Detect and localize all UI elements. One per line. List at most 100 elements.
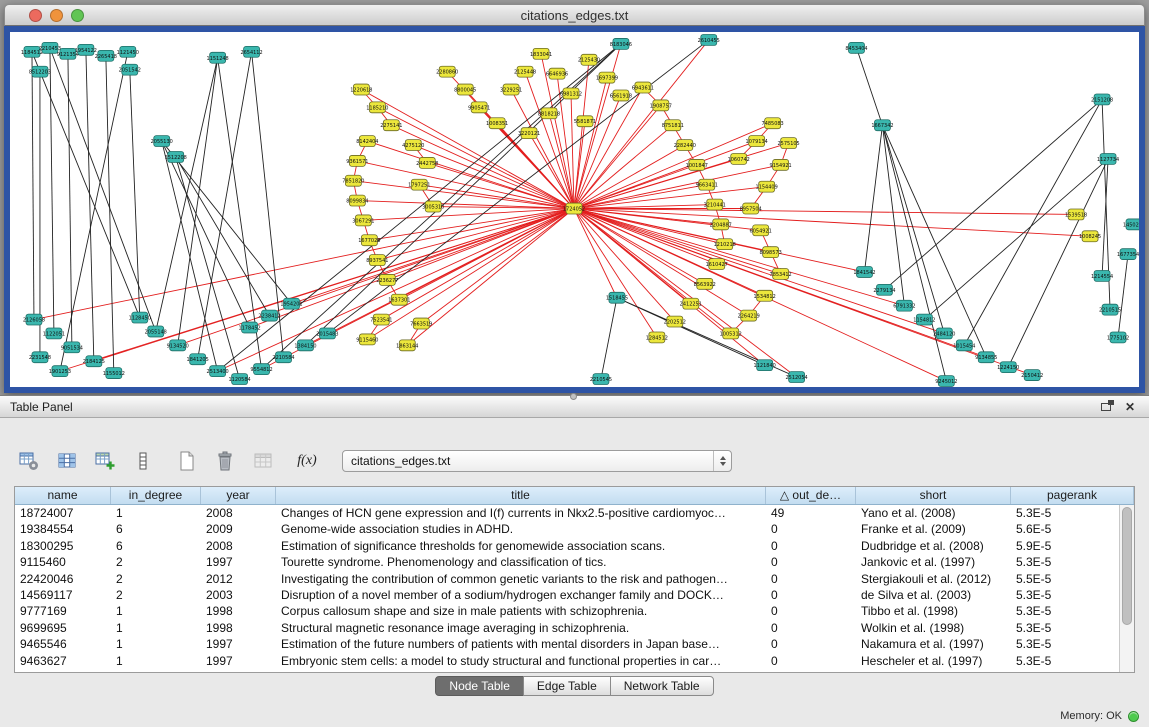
network-node[interactable]: 4275120 bbox=[402, 140, 424, 151]
network-edge[interactable] bbox=[32, 52, 140, 318]
network-edge[interactable] bbox=[1008, 159, 1108, 367]
network-node[interactable]: 8751811 bbox=[662, 120, 684, 131]
import-table-button[interactable] bbox=[248, 447, 278, 475]
network-node[interactable]: 2512054 bbox=[785, 372, 807, 383]
network-node[interactable]: 2125448 bbox=[514, 66, 536, 77]
network-node[interactable]: 2610455 bbox=[698, 34, 720, 45]
network-node[interactable]: 1008351 bbox=[486, 118, 508, 129]
column-header-title[interactable]: title bbox=[276, 487, 766, 504]
network-node[interactable]: 1001847 bbox=[686, 159, 708, 170]
network-node[interactable]: 2282440 bbox=[674, 140, 696, 151]
network-node[interactable]: 9361571 bbox=[346, 155, 368, 166]
network-node[interactable]: 1863144 bbox=[396, 340, 418, 351]
network-node[interactable]: 2210584 bbox=[272, 352, 294, 363]
network-edge[interactable] bbox=[574, 125, 673, 208]
table-row[interactable]: 1456911722003Disruption of a novel membe… bbox=[15, 587, 1119, 603]
network-node[interactable]: 7851820 bbox=[342, 175, 364, 186]
network-edge[interactable] bbox=[574, 209, 904, 306]
network-node[interactable]: 1534812 bbox=[754, 290, 776, 301]
network-edge[interactable] bbox=[427, 163, 574, 209]
network-node[interactable]: 1005312 bbox=[720, 328, 742, 339]
network-node[interactable]: 6943611 bbox=[632, 82, 654, 93]
network-node[interactable]: 7485083 bbox=[762, 118, 784, 129]
network-node[interactable]: 1677354 bbox=[1117, 249, 1139, 260]
network-canvas[interactable]: 1724052122061811852102275141814240493615… bbox=[10, 32, 1139, 387]
network-node[interactable]: 1384150 bbox=[294, 340, 316, 351]
network-node[interactable]: 1127734 bbox=[1097, 153, 1119, 164]
network-node[interactable]: 8183046 bbox=[610, 38, 632, 49]
float-panel-button[interactable] bbox=[1097, 399, 1115, 415]
window-titlebar[interactable]: citations_edges.txt bbox=[4, 4, 1145, 26]
network-node[interactable]: 6646936 bbox=[546, 68, 568, 79]
network-node[interactable]: 1015454 bbox=[953, 340, 975, 351]
network-node[interactable]: 6561918 bbox=[610, 90, 632, 101]
network-edge[interactable] bbox=[574, 209, 1076, 215]
network-edge[interactable] bbox=[574, 143, 789, 208]
network-node[interactable]: 1154812 bbox=[913, 314, 935, 325]
network-node[interactable]: 1841205 bbox=[187, 354, 209, 365]
network-node[interactable]: 8818218 bbox=[538, 108, 560, 119]
network-node[interactable]: 1121450 bbox=[117, 46, 139, 57]
network-node[interactable]: 2442758 bbox=[416, 157, 438, 168]
table-row[interactable]: 1830029562008Estimation of significance … bbox=[15, 538, 1119, 554]
minimize-window-button[interactable] bbox=[50, 9, 63, 22]
column-header-short[interactable]: short bbox=[856, 487, 1011, 504]
table-row[interactable]: 946362711997Embryonic stem cells: a mode… bbox=[15, 653, 1119, 669]
row-options-button[interactable] bbox=[128, 447, 158, 475]
column-header-in_degree[interactable]: in_degree bbox=[111, 487, 201, 504]
network-edge[interactable] bbox=[964, 99, 1102, 345]
network-node[interactable]: 1841542 bbox=[853, 267, 875, 278]
network-edge[interactable] bbox=[882, 125, 904, 305]
column-header-out_degree[interactable]: △ out_de… bbox=[766, 487, 856, 504]
close-panel-button[interactable]: ✕ bbox=[1121, 399, 1139, 415]
network-node[interactable]: 8937541 bbox=[366, 255, 388, 266]
network-node[interactable]: 2265418 bbox=[95, 50, 117, 61]
column-settings-button[interactable] bbox=[14, 447, 44, 475]
network-node[interactable]: 1954201 bbox=[280, 298, 302, 309]
network-node[interactable]: 9154921 bbox=[770, 159, 792, 170]
network-edge[interactable] bbox=[864, 125, 882, 272]
network-node[interactable]: 1677028 bbox=[358, 235, 380, 246]
network-node[interactable]: 2231548 bbox=[29, 352, 51, 363]
network-node[interactable]: 2126058 bbox=[23, 314, 45, 325]
network-node[interactable]: 2236277 bbox=[376, 274, 398, 285]
network-node[interactable]: 1637301 bbox=[388, 294, 410, 305]
network-edge[interactable] bbox=[857, 48, 883, 125]
network-node[interactable]: 1154409 bbox=[756, 181, 778, 192]
network-node[interactable]: 2264219 bbox=[738, 310, 760, 321]
network-edge[interactable] bbox=[130, 70, 140, 318]
network-node[interactable]: 1155012 bbox=[103, 368, 125, 379]
tab-node-table[interactable]: Node Table bbox=[435, 676, 524, 696]
table-row[interactable]: 946554611997Estimation of the future num… bbox=[15, 636, 1119, 652]
network-edge[interactable] bbox=[106, 56, 114, 373]
network-node[interactable]: 2151208 bbox=[1091, 94, 1113, 105]
tab-edge-table[interactable]: Edge Table bbox=[523, 676, 611, 696]
network-node[interactable]: 1121840 bbox=[754, 360, 776, 371]
network-node[interactable]: 1120584 bbox=[228, 374, 250, 385]
delete-table-button[interactable] bbox=[210, 447, 240, 475]
network-node[interactable]: 2654112 bbox=[240, 46, 262, 57]
network-node[interactable]: 1284512 bbox=[646, 332, 668, 343]
network-edge[interactable] bbox=[178, 58, 218, 346]
table-row[interactable]: 1872400712008Changes of HCN gene express… bbox=[15, 505, 1119, 521]
network-edge[interactable] bbox=[882, 125, 946, 381]
network-edge[interactable] bbox=[32, 52, 34, 320]
network-node[interactable]: 1908757 bbox=[650, 100, 672, 111]
network-node[interactable]: 1185210 bbox=[366, 102, 388, 113]
network-node[interactable]: 7663519 bbox=[410, 318, 432, 329]
network-node[interactable]: 2051542 bbox=[119, 64, 141, 75]
network-edge[interactable] bbox=[60, 209, 574, 372]
network-node[interactable]: 2150412 bbox=[1021, 370, 1043, 381]
network-edge[interactable] bbox=[367, 209, 574, 340]
column-header-year[interactable]: year bbox=[201, 487, 276, 504]
network-node[interactable]: 1512208 bbox=[165, 151, 187, 162]
network-node[interactable]: 1697399 bbox=[596, 72, 618, 83]
network-node[interactable]: 8098573 bbox=[760, 247, 782, 258]
network-node[interactable]: 2279134 bbox=[873, 284, 895, 295]
network-node[interactable]: 6054921 bbox=[750, 225, 772, 236]
network-node[interactable]: 2055148 bbox=[145, 326, 167, 337]
network-node[interactable]: 1901253 bbox=[49, 366, 71, 377]
network-node[interactable]: 7523541 bbox=[370, 314, 392, 325]
network-node[interactable]: 3067291 bbox=[352, 215, 374, 226]
network-node[interactable]: 1122051 bbox=[43, 328, 65, 339]
